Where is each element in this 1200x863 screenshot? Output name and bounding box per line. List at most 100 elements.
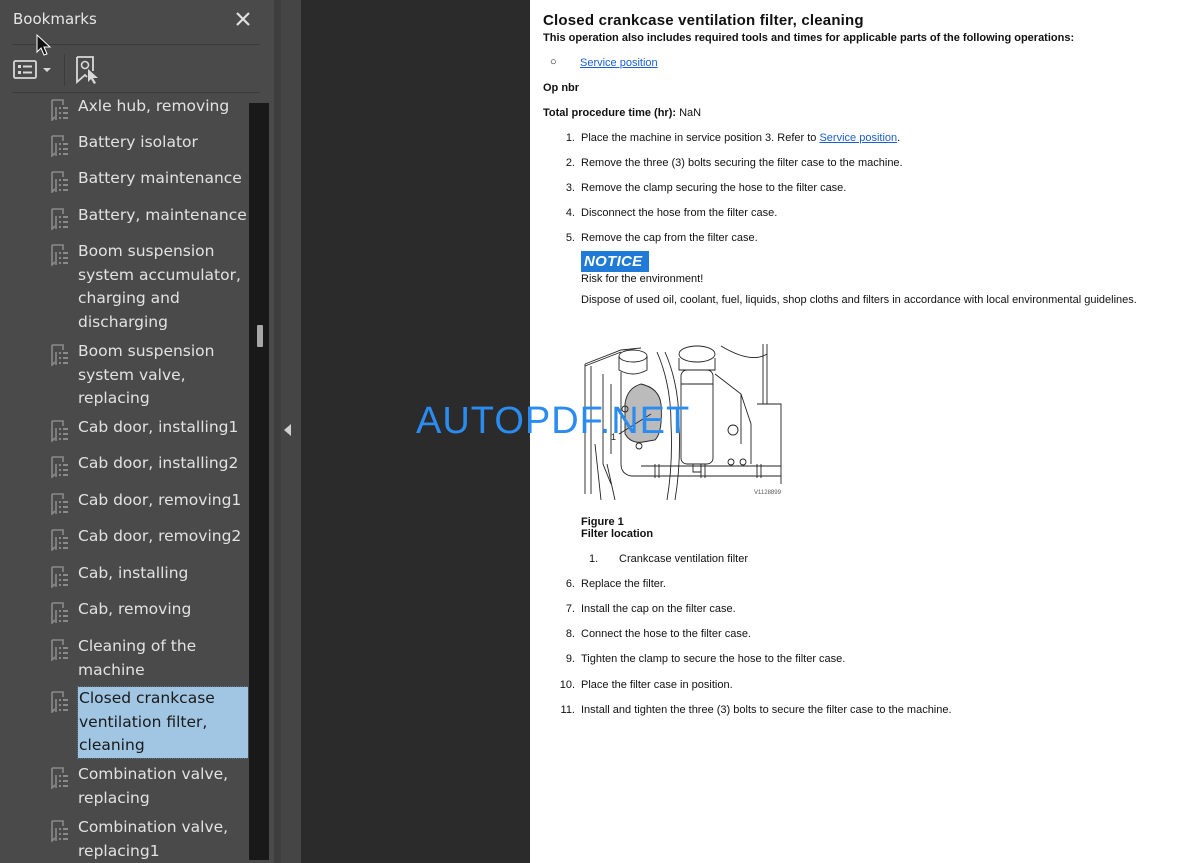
legend-number: 1. — [589, 553, 599, 565]
step-number: 8. — [565, 628, 575, 640]
add-bookmark-icon — [76, 56, 98, 84]
bookmark-item-label: Cab door, removing1 — [78, 491, 242, 509]
service-position-link[interactable]: Service position — [580, 57, 658, 69]
close-panel-button[interactable] — [232, 8, 254, 30]
step-number: 2. — [565, 157, 575, 169]
step-text-content: Install and tighten the three (3) bolts … — [581, 704, 952, 716]
step-text-content: Tighten the clamp to secure the hose to … — [581, 653, 846, 665]
bookmark-item-label: Battery, maintenance — [78, 206, 247, 224]
document-title: Closed crankcase ventilation filter, cle… — [543, 12, 864, 29]
bookmark-item-icon — [50, 344, 70, 367]
step-text-content: Connect the hose to the filter case. — [581, 628, 751, 640]
collapse-panel-button[interactable] — [281, 0, 301, 863]
step-number: 1. — [565, 132, 575, 144]
bookmark-item-label: Combination valve, replacing — [78, 765, 229, 807]
panel-title: Bookmarks — [13, 10, 97, 28]
step-text: Replace the filter. — [581, 578, 666, 590]
bullet-icon: ○ — [550, 56, 557, 68]
figure-code: V1128899 — [754, 490, 781, 496]
bookmark-item-label: Cab, removing — [78, 600, 192, 618]
step-text-content: Remove the clamp securing the hose to th… — [581, 182, 847, 194]
bookmark-item-label: Cab door, installing1 — [78, 418, 239, 436]
divider — [12, 92, 260, 93]
bookmark-item-icon — [50, 171, 70, 194]
step-text-content: Place the machine in service position 3.… — [581, 132, 820, 144]
bookmark-item-label: Cab, installing — [78, 564, 189, 582]
step-number: 4. — [565, 207, 575, 219]
bookmark-item-icon — [50, 99, 70, 122]
total-time-label: Total procedure time (hr): — [543, 107, 677, 119]
step-text: Install and tighten the three (3) bolts … — [581, 704, 952, 716]
bookmark-item-icon — [50, 135, 70, 158]
step-text: Remove the cap from the filter case. — [581, 232, 758, 244]
step-text: Connect the hose to the filter case. — [581, 628, 751, 640]
scrollbar-thumb[interactable] — [257, 325, 263, 347]
bookmark-item-label: Boom suspension system accumulator, char… — [78, 242, 241, 331]
step-text: Place the filter case in position. — [581, 679, 733, 691]
step-number: 10. — [559, 679, 575, 691]
bookmark-item-icon — [50, 639, 70, 662]
bookmark-item-icon — [50, 566, 70, 589]
step-text: Install the cap on the filter case. — [581, 603, 736, 615]
legend-text: Crankcase ventilation filter — [619, 553, 749, 565]
step-text: Remove the clamp securing the hose to th… — [581, 182, 846, 194]
toolbar-divider — [64, 54, 65, 86]
bookmark-list: Axle hub, removing Battery isolator Batter… — [0, 96, 248, 863]
panel-resize-handle[interactable] — [274, 0, 281, 863]
watermark: AUTOPDF.NET — [416, 400, 691, 442]
notice-risk: Risk for the environment! — [581, 273, 704, 285]
bookmark-item-icon — [50, 493, 70, 516]
bookmark-item-icon — [50, 602, 70, 625]
step-text: Disconnect the hose from the filter case… — [581, 207, 777, 219]
add-bookmark-button[interactable] — [74, 55, 102, 85]
bookmark-item-label: Battery maintenance — [78, 169, 242, 187]
bookmark-item-icon — [50, 529, 70, 552]
bookmark-item-icon — [50, 767, 70, 790]
figure-number: Figure 1 — [581, 516, 624, 528]
total-procedure-time: Total procedure time (hr): NaN — [543, 107, 701, 119]
bookmark-options-button[interactable] — [12, 58, 56, 82]
step-text-content: Disconnect the hose from the filter case… — [581, 207, 778, 219]
chevron-left-icon — [284, 424, 291, 436]
notice-text: Dispose of used oil, coolant, fuel, liqu… — [581, 294, 1137, 306]
bookmarks-panel: Bookmarks Axle hub, removing Battery isol… — [0, 0, 274, 863]
notice-badge: NOTICE — [581, 251, 649, 272]
bookmark-item-label: Boom suspension system valve, replacing — [78, 342, 215, 407]
bookmark-item-icon — [50, 691, 70, 714]
scrollbar-track[interactable] — [249, 103, 269, 860]
step-text-suffix: . — [897, 132, 901, 144]
bookmark-item-icon — [50, 208, 70, 231]
bookmark-item-label: Cleaning of the machine — [78, 637, 197, 679]
step-number: 9. — [565, 653, 575, 665]
bookmark-item-label: Combination valve, replacing1 — [78, 818, 229, 860]
mouse-cursor-icon — [36, 34, 52, 56]
step-text: Place the machine in service position 3.… — [581, 132, 900, 144]
bookmark-item-label: Cab door, removing2 — [78, 527, 242, 545]
step-text: Tighten the clamp to secure the hose to … — [581, 653, 845, 665]
step-number: 6. — [565, 578, 575, 590]
step-number: 5. — [565, 232, 575, 244]
document-subtitle: This operation also includes required to… — [543, 32, 1075, 44]
notice-label: NOTICE — [584, 253, 643, 270]
bookmark-item-icon — [50, 820, 70, 843]
bookmark-item-icon — [50, 456, 70, 479]
step-text-content: Remove the three (3) bolts securing the … — [581, 157, 903, 169]
step-number: 11. — [560, 704, 575, 716]
total-time-value: NaN — [679, 107, 702, 119]
op-nbr-label: Op nbr — [543, 82, 580, 94]
step-number: 3. — [565, 182, 575, 194]
bookmark-item-icon — [50, 420, 70, 443]
step-text-content: Install the cap on the filter case. — [581, 603, 736, 615]
step-number: 7. — [565, 603, 575, 615]
figure-caption: Filter location — [581, 528, 654, 540]
bookmark-item-label: Battery isolator — [78, 133, 198, 151]
step-text-content: Replace the filter. — [581, 578, 666, 590]
step-text-content: Place the filter case in position. — [581, 679, 733, 691]
bookmark-item-label: Cab door, installing2 — [78, 454, 239, 472]
service-position-link[interactable]: Service position — [819, 132, 897, 144]
bookmark-options-icon — [13, 60, 51, 79]
bookmark-item-icon — [50, 244, 70, 267]
bookmark-item-label: Axle hub, removing — [78, 97, 230, 115]
close-icon — [236, 12, 250, 26]
step-text: Remove the three (3) bolts securing the … — [581, 157, 903, 169]
